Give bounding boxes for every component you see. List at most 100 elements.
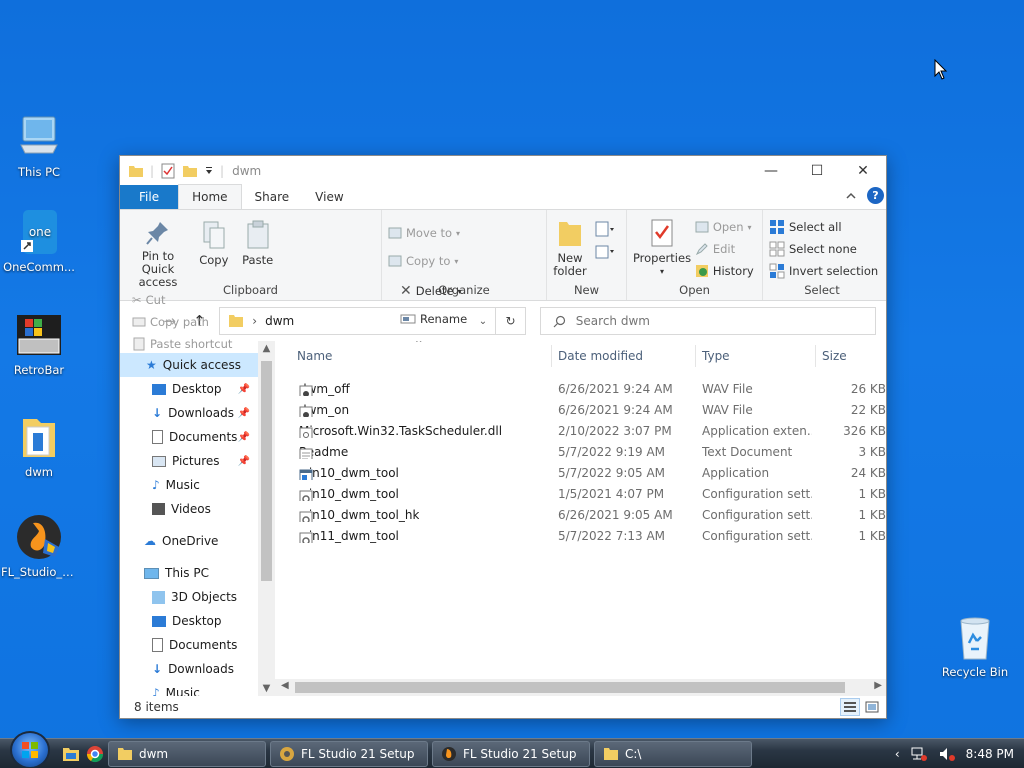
chevron-down-icon[interactable] bbox=[204, 163, 214, 179]
rename-button[interactable]: Rename bbox=[400, 308, 467, 330]
show-hidden-icons-chevron-icon[interactable]: ‹ bbox=[895, 747, 900, 761]
file-explorer-icon[interactable] bbox=[62, 746, 80, 762]
file-row[interactable]: win10_dwm_tool 5/7/2022 9:05 AM Applicatio… bbox=[275, 463, 886, 484]
file-row[interactable]: Microsoft.Win32.TaskScheduler.dll 2/10/20… bbox=[275, 421, 886, 442]
tab-file[interactable]: File bbox=[120, 185, 179, 209]
properties-button[interactable]: Properties ▾ bbox=[633, 218, 691, 278]
fl-studio-icon bbox=[442, 746, 456, 761]
large-icons-view-button[interactable] bbox=[862, 698, 882, 716]
copy-button[interactable]: Copy bbox=[194, 220, 234, 267]
minimize-button[interactable]: — bbox=[748, 156, 794, 185]
history-button[interactable]: History bbox=[695, 260, 754, 282]
network-icon[interactable] bbox=[910, 746, 928, 762]
column-headers: Name ^ Date modified Type Size bbox=[275, 341, 886, 371]
document-icon bbox=[152, 638, 163, 652]
desktop-icon-retrobar[interactable]: RetroBar bbox=[1, 311, 77, 377]
nav-item-videos[interactable]: Videos bbox=[120, 497, 258, 521]
nav-item-quick-access[interactable]: ★ Quick access bbox=[120, 353, 258, 377]
file-row[interactable]: win10_dwm_tool_hk 6/26/2021 9:05 AM Config… bbox=[275, 505, 886, 526]
volume-muted-icon[interactable] bbox=[938, 746, 956, 762]
nav-item-downloads[interactable]: ↓ Downloads 📌 bbox=[120, 401, 258, 425]
nav-item-documents[interactable]: Documents bbox=[120, 633, 258, 657]
close-button[interactable]: ✕ bbox=[840, 156, 886, 185]
details-view-button[interactable] bbox=[840, 698, 860, 716]
tab-view[interactable]: View bbox=[302, 185, 356, 209]
nav-item-desktop[interactable]: Desktop bbox=[120, 609, 258, 633]
edit-button[interactable]: Edit bbox=[695, 238, 754, 260]
nav-item-music[interactable]: ♪ Music bbox=[120, 681, 258, 696]
move-to-button[interactable]: Move to ▾ bbox=[388, 222, 460, 244]
copy-path-label: Copy path bbox=[150, 315, 209, 329]
pin-quick-access-button[interactable]: Pin to Quick access bbox=[126, 220, 190, 289]
desktop-icon-fl-studio[interactable]: FL_Studio_P... bbox=[1, 513, 77, 579]
desktop-icon-label: RetroBar bbox=[13, 363, 65, 377]
clock[interactable]: 8:48 PM bbox=[966, 747, 1014, 761]
column-header-name[interactable]: Name bbox=[297, 349, 332, 363]
scroll-down-arrow-icon[interactable]: ▼ bbox=[258, 683, 275, 694]
desktop-icon-this-pc[interactable]: This PC bbox=[1, 113, 77, 179]
help-icon[interactable]: ? bbox=[867, 187, 884, 204]
nav-item-downloads[interactable]: ↓ Downloads bbox=[120, 657, 258, 681]
nav-pane-scrollbar[interactable]: ▲ ▼ bbox=[258, 341, 275, 696]
nav-item-pictures[interactable]: Pictures 📌 bbox=[120, 449, 258, 473]
copy-to-button[interactable]: Copy to ▾ bbox=[388, 250, 460, 272]
scroll-left-arrow-icon[interactable]: ◀ bbox=[281, 680, 289, 691]
file-date: 6/26/2021 9:24 AM bbox=[558, 382, 673, 396]
search-input[interactable] bbox=[575, 314, 864, 328]
nav-item-label: This PC bbox=[165, 566, 209, 580]
file-row[interactable]: win10_dwm_tool 1/5/2021 4:07 PM Configurat… bbox=[275, 484, 886, 505]
collapse-ribbon-icon[interactable] bbox=[845, 190, 857, 202]
column-header-date[interactable]: Date modified bbox=[558, 349, 643, 363]
nav-item-3d-objects[interactable]: 3D Objects bbox=[120, 585, 258, 609]
taskbar-button-c-drive[interactable]: C:\ bbox=[594, 740, 752, 767]
file-type: Configuration sett... bbox=[702, 529, 812, 543]
file-row[interactable]: win11_dwm_tool 5/7/2022 7:13 AM Configurat… bbox=[275, 526, 886, 547]
search-box[interactable] bbox=[539, 307, 877, 335]
nav-item-onedrive[interactable]: ☁ OneDrive bbox=[120, 529, 258, 553]
desktop-icon bbox=[152, 383, 166, 395]
scroll-right-arrow-icon[interactable]: ▶ bbox=[874, 680, 882, 691]
refresh-button[interactable]: ↻ bbox=[496, 307, 526, 335]
file-row[interactable]: dwm_off 6/26/2021 9:24 AM WAV File 26 KB bbox=[275, 379, 886, 400]
chrome-icon[interactable] bbox=[86, 745, 104, 763]
desktop-icon-recycle-bin[interactable]: Recycle Bin bbox=[937, 613, 1013, 679]
scrollbar-thumb[interactable] bbox=[295, 682, 845, 693]
paste-button[interactable]: Paste bbox=[238, 220, 278, 267]
desktop-icon-onecommander[interactable]: one OneComm... bbox=[1, 208, 77, 274]
file-list-h-scrollbar[interactable]: ◀ ▶ bbox=[275, 679, 886, 696]
nav-item-documents[interactable]: Documents 📌 bbox=[120, 425, 258, 449]
file-size: 3 KB bbox=[858, 445, 886, 459]
taskbar-button-dwm[interactable]: dwm bbox=[108, 740, 266, 767]
copy-icon bbox=[203, 221, 225, 249]
open-button[interactable]: Open ▾ bbox=[695, 216, 754, 238]
new-folder-button[interactable]: New folder bbox=[553, 218, 587, 278]
tab-home[interactable]: Home bbox=[178, 184, 242, 209]
maximize-button[interactable]: ☐ bbox=[794, 156, 840, 185]
start-button[interactable] bbox=[10, 730, 50, 768]
scroll-up-arrow-icon[interactable]: ▲ bbox=[258, 343, 275, 354]
column-header-size[interactable]: Size bbox=[822, 349, 847, 363]
column-header-type[interactable]: Type bbox=[702, 349, 730, 363]
easy-access-button[interactable] bbox=[595, 240, 615, 262]
file-row[interactable]: Readme 5/7/2022 9:19 AM Text Document 3 KB bbox=[275, 442, 886, 463]
taskbar-button-fl-setup-2[interactable]: FL Studio 21 Setup bbox=[432, 740, 590, 767]
nav-item-this-pc[interactable]: This PC bbox=[120, 561, 258, 585]
properties-icon[interactable] bbox=[160, 163, 176, 179]
nav-item-desktop[interactable]: Desktop 📌 bbox=[120, 377, 258, 401]
details-view-icon bbox=[844, 702, 856, 712]
chevron-down-icon[interactable]: ⌄ bbox=[479, 316, 487, 327]
select-none-button[interactable]: Select none bbox=[769, 238, 878, 260]
select-all-button[interactable]: Select all bbox=[769, 216, 878, 238]
tab-share[interactable]: Share bbox=[242, 185, 303, 209]
file-row[interactable]: dwm_on 6/26/2021 9:24 AM WAV File 22 KB bbox=[275, 400, 886, 421]
invert-selection-button[interactable]: Invert selection bbox=[769, 260, 878, 282]
desktop-icon-dwm[interactable]: dwm bbox=[1, 413, 77, 479]
scrollbar-thumb[interactable] bbox=[261, 361, 272, 581]
new-folder-icon[interactable] bbox=[182, 163, 198, 179]
desktop-icon-label: FL_Studio_P... bbox=[1, 565, 77, 579]
nav-item-music[interactable]: ♪ Music bbox=[120, 473, 258, 497]
copy-path-button[interactable]: Copy path bbox=[132, 311, 232, 333]
taskbar-button-fl-setup-1[interactable]: FL Studio 21 Setup bbox=[270, 740, 428, 767]
file-size: 1 KB bbox=[858, 529, 886, 543]
new-item-button[interactable] bbox=[595, 218, 615, 240]
